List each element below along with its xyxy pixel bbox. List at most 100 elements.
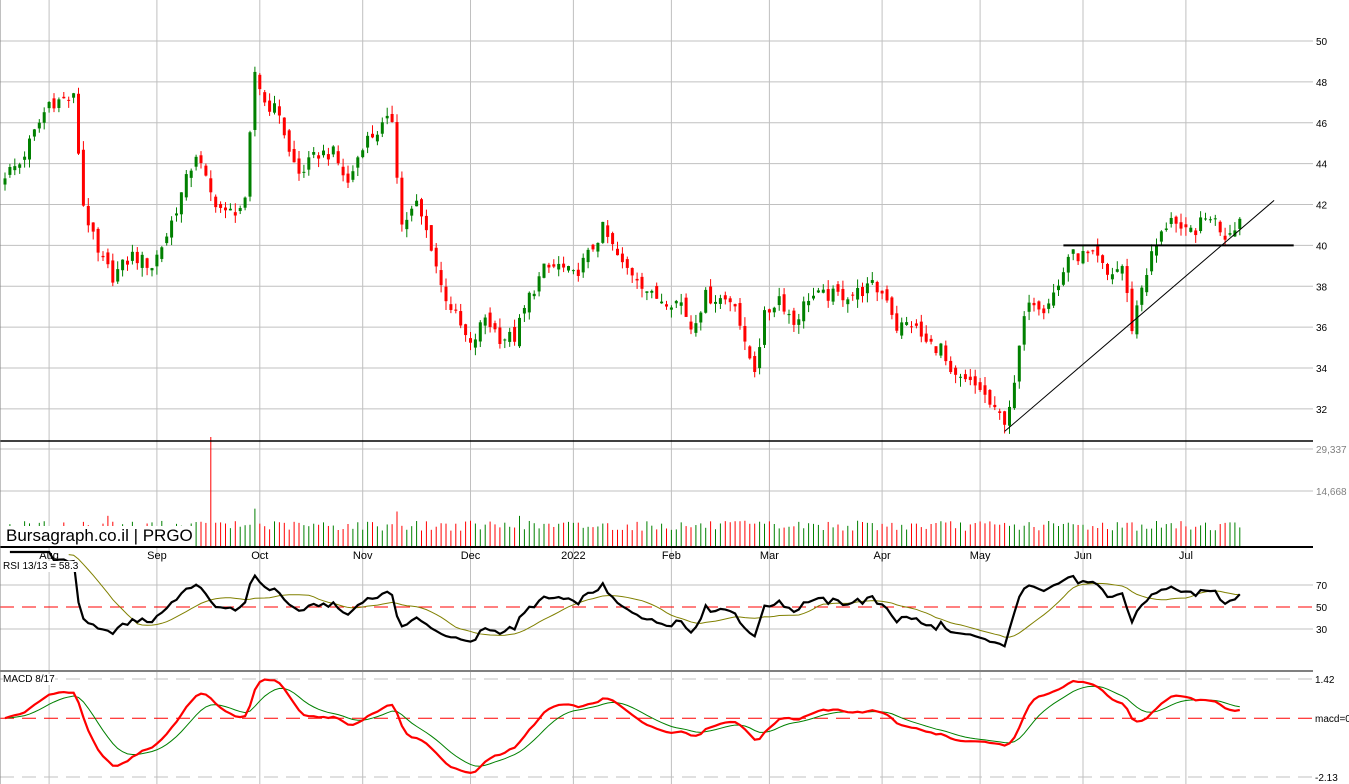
candle-down: [277, 106, 281, 116]
candle-up: [140, 254, 144, 268]
candle-up: [302, 171, 306, 173]
candle-up: [13, 166, 17, 171]
candle-down: [111, 260, 115, 283]
candle-up: [415, 200, 419, 207]
brand-watermark: Bursagraph.co.il | PRGO: [4, 526, 195, 546]
candle-down: [934, 346, 938, 354]
candle-up: [718, 298, 722, 304]
candle-down: [1037, 301, 1041, 310]
candle-up: [865, 283, 869, 294]
candle-up: [410, 208, 414, 216]
candle-up: [1081, 251, 1085, 264]
candle-down: [606, 225, 610, 237]
candle-down: [620, 253, 624, 263]
candle-down: [1042, 308, 1046, 314]
candle-up: [669, 307, 673, 310]
candle-up: [351, 171, 355, 180]
candle-down: [880, 290, 884, 294]
candle-up: [846, 299, 850, 305]
candle-up: [787, 313, 791, 316]
candle-up: [812, 295, 815, 299]
candle-up: [189, 170, 193, 178]
month-label: Mar: [760, 550, 779, 562]
candle-up: [312, 152, 316, 155]
price-tick-label: 38: [1316, 282, 1328, 293]
candle-up: [1228, 233, 1232, 235]
candle-up: [1022, 316, 1026, 345]
candle-up: [57, 99, 61, 108]
candle-up: [821, 289, 825, 293]
candle-down: [199, 155, 203, 164]
rsi-tick-label: 70: [1316, 581, 1328, 592]
candle-down: [665, 304, 668, 307]
candle-down: [224, 207, 227, 211]
candle-up: [1140, 287, 1144, 305]
candle-up: [586, 249, 590, 263]
candle-up: [660, 301, 664, 304]
candle-down: [689, 321, 693, 330]
candle-down: [1223, 235, 1227, 240]
candle-up: [405, 219, 409, 230]
candle-down: [1076, 253, 1080, 262]
candle-up: [160, 247, 164, 259]
candle-down: [1184, 224, 1188, 228]
candle-down: [547, 264, 551, 268]
candle-up: [356, 157, 360, 168]
candle-up: [175, 213, 178, 216]
volume-tick-label: 14,668: [1316, 487, 1347, 498]
candle-down: [513, 326, 517, 342]
month-label: Feb: [662, 550, 681, 562]
candle-up: [905, 322, 909, 325]
candle-down: [949, 360, 953, 373]
candle-down: [126, 260, 129, 265]
candle-up: [8, 167, 12, 175]
candle-down: [792, 310, 796, 325]
candle-down: [429, 225, 433, 251]
candle-up: [870, 280, 874, 283]
candle-down: [963, 374, 967, 380]
candle-up: [1071, 249, 1075, 254]
candle-up: [518, 317, 521, 347]
candle-up: [1189, 227, 1193, 232]
candle-up: [1110, 274, 1114, 280]
candle-down: [204, 165, 208, 176]
candle-up: [758, 347, 762, 369]
month-label: Jun: [1074, 550, 1092, 562]
candle-up: [1199, 217, 1203, 232]
candle-up: [557, 263, 561, 270]
candle-up: [537, 276, 541, 292]
candle-down: [371, 133, 374, 138]
candle-up: [900, 322, 904, 336]
candle-down: [591, 244, 595, 250]
candle-down: [954, 367, 958, 375]
candle-up: [1052, 292, 1056, 306]
macd-tick-label: 1.42: [1315, 675, 1335, 686]
candle-up: [802, 301, 806, 322]
candle-down: [424, 215, 428, 231]
candle-down: [91, 222, 95, 232]
month-label: Jul: [1179, 550, 1193, 562]
candle-up: [527, 292, 531, 313]
candle-up: [1061, 272, 1065, 285]
candle-down: [96, 228, 100, 253]
candle-down: [434, 247, 438, 267]
candle-up: [694, 323, 698, 333]
candle-up: [473, 339, 477, 348]
candle-down: [929, 338, 933, 342]
candle-down: [81, 149, 85, 206]
price-tick-label: 42: [1316, 201, 1328, 212]
candle-down: [1032, 302, 1036, 306]
candle-down: [268, 100, 272, 112]
candle-up: [1164, 228, 1168, 230]
candle-up: [959, 376, 962, 378]
macd-tick-label: -2.13: [1315, 773, 1338, 784]
candle-up: [37, 122, 41, 129]
macd-line: [4, 678, 1240, 775]
stock-chart: 32343638404244464850Aug Sep Oct Nov Dec 2022 F…: [0, 0, 1349, 784]
candle-down: [983, 385, 987, 395]
candle-up: [194, 156, 198, 167]
price-tick-label: 44: [1316, 160, 1328, 171]
candle-down: [1101, 255, 1105, 263]
price-tick-label: 40: [1316, 241, 1328, 252]
candle-down: [978, 382, 982, 390]
